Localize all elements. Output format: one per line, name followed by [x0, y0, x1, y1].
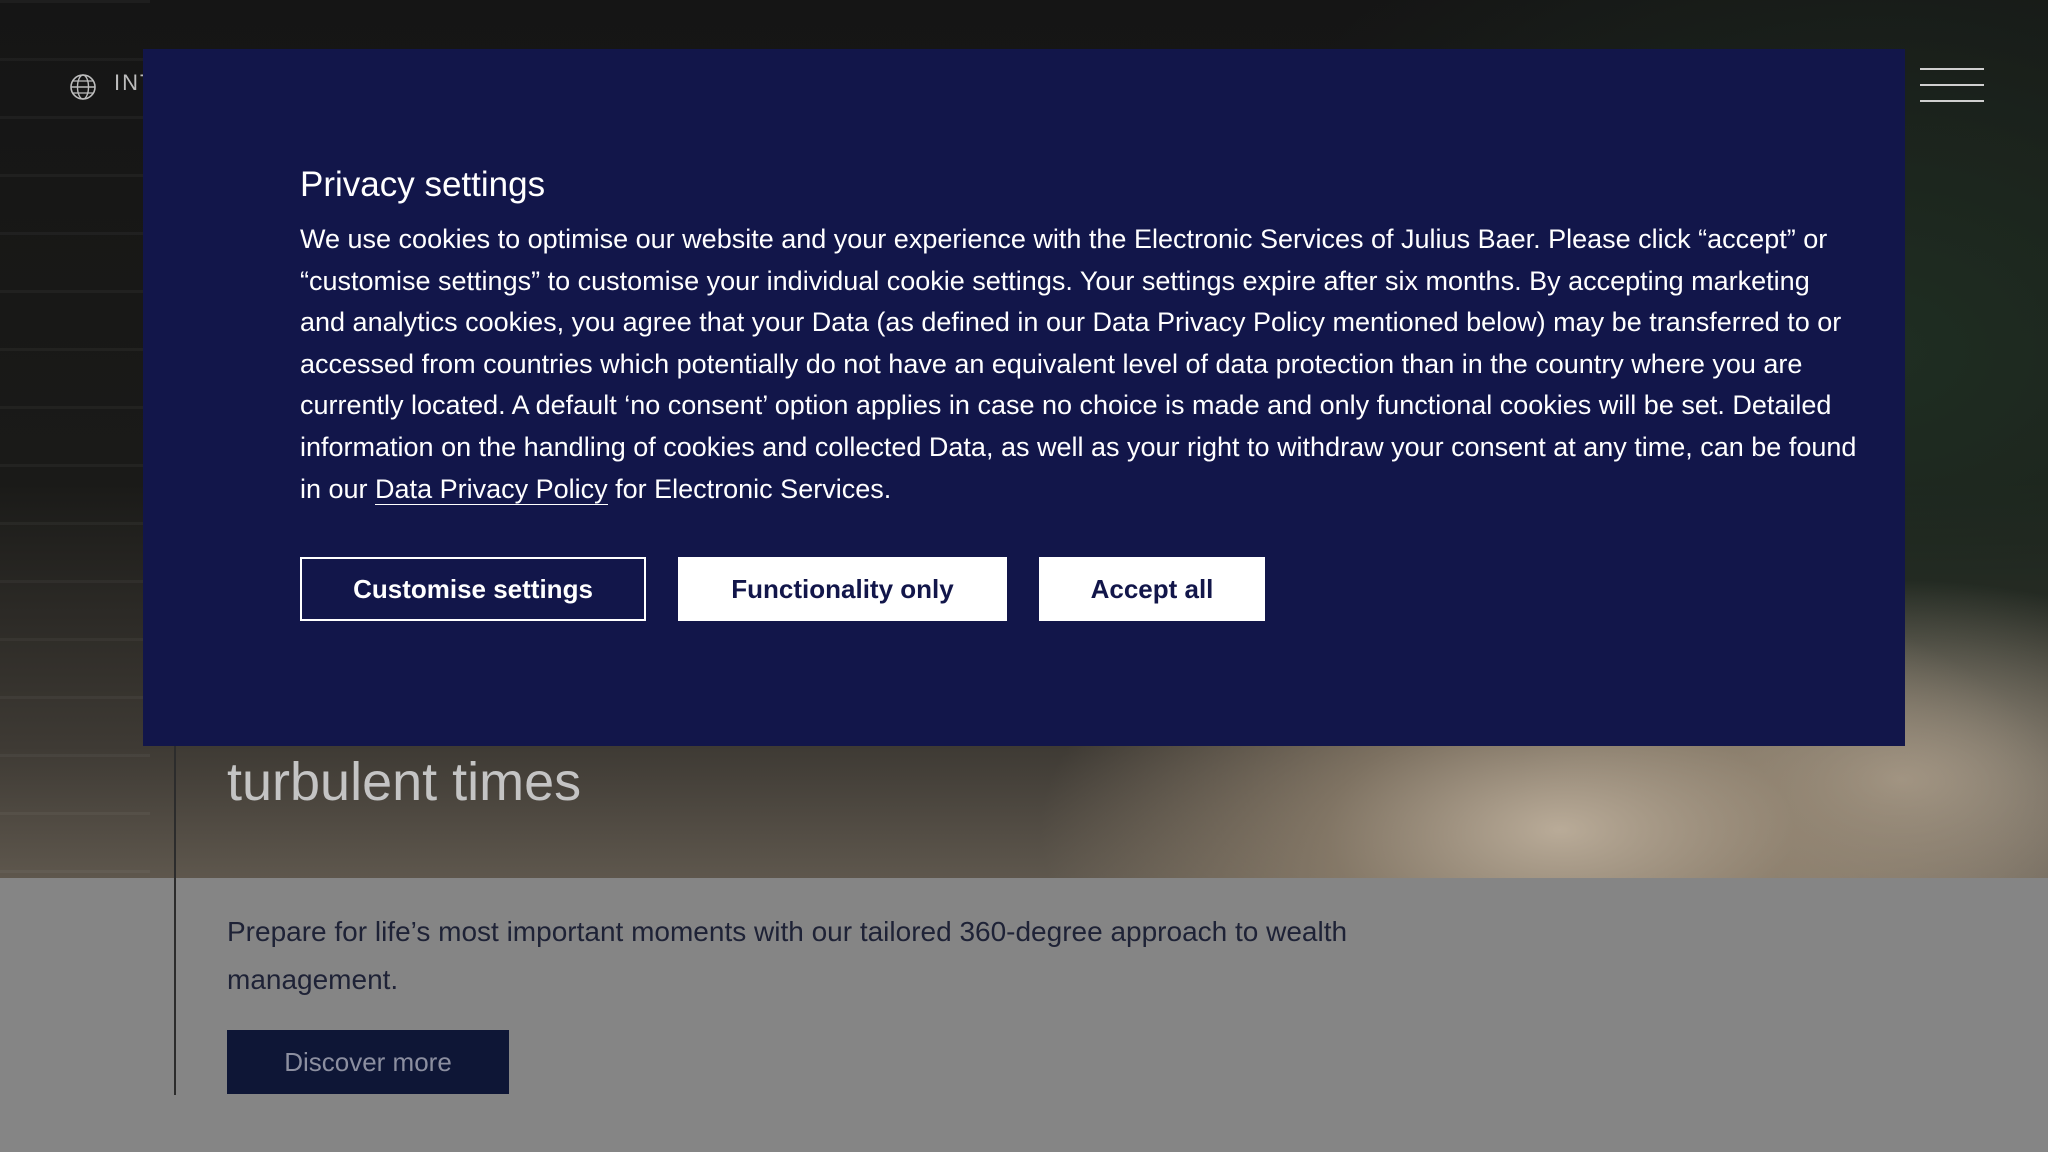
privacy-settings-body: We use cookies to optimise our website a… — [300, 219, 1860, 510]
privacy-settings-title: Privacy settings — [300, 165, 546, 204]
data-privacy-policy-link[interactable]: Data Privacy Policy — [375, 473, 608, 505]
privacy-body-text-end: for Electronic Services. — [607, 473, 892, 504]
privacy-settings-dialog: Privacy settings We use cookies to optim… — [143, 49, 1905, 746]
accept-all-button[interactable]: Accept all — [1039, 557, 1265, 622]
privacy-button-row: Customise settings Functionality only Ac… — [300, 557, 1905, 622]
functionality-only-button[interactable]: Functionality only — [678, 557, 1007, 622]
privacy-body-text: We use cookies to optimise our website a… — [300, 224, 1857, 504]
customise-settings-button[interactable]: Customise settings — [300, 557, 646, 622]
